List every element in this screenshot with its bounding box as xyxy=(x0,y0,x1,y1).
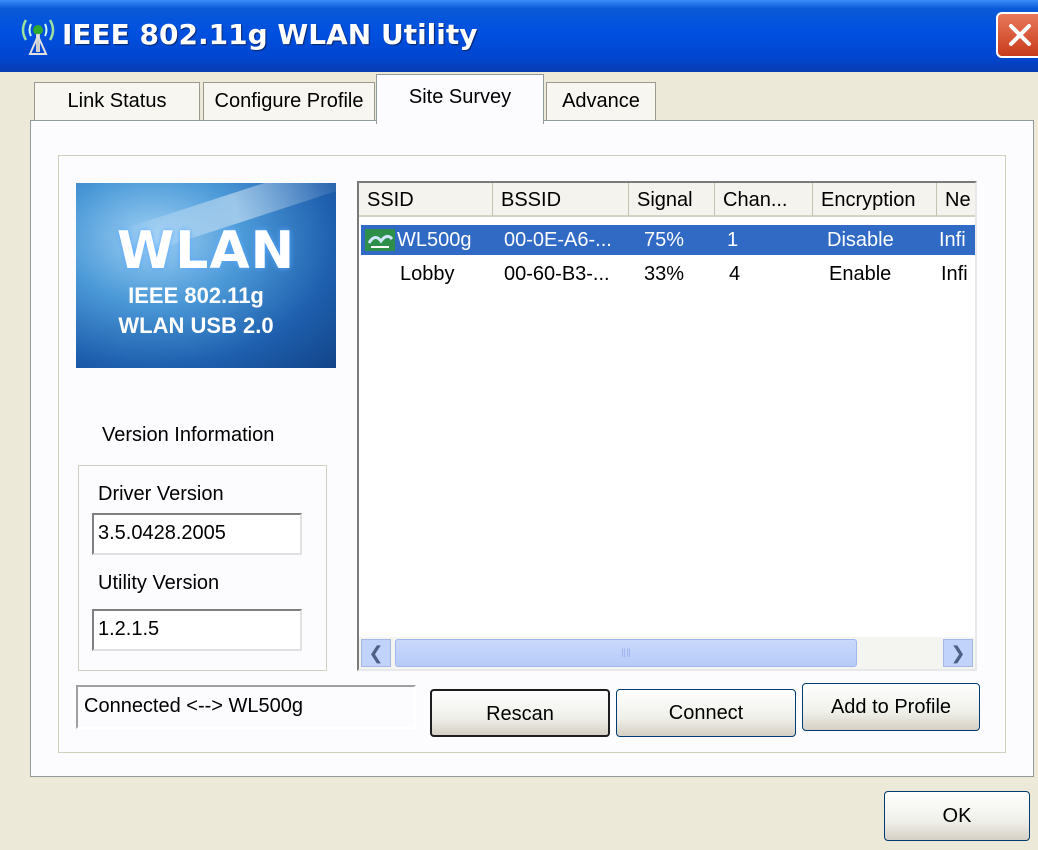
tab-configure-profile[interactable]: Configure Profile xyxy=(203,82,375,120)
window-title: IEEE 802.11g WLAN Utility xyxy=(62,18,478,51)
site-survey-list[interactable]: SSID BSSID Signal Chan... Encryption Ne … xyxy=(357,181,977,671)
column-header-channel[interactable]: Chan... xyxy=(715,183,813,217)
row-encryption: Disable xyxy=(827,229,894,251)
horizontal-scrollbar[interactable]: ❮ ‖‖ ❯ xyxy=(359,637,975,669)
scroll-thumb[interactable]: ‖‖ xyxy=(395,639,857,667)
column-header-signal[interactable]: Signal xyxy=(629,183,715,217)
close-icon xyxy=(1009,24,1031,46)
row-signal: 75% xyxy=(644,229,685,251)
connection-status: Connected <--> WL500g xyxy=(76,685,416,729)
logo-line-2: WLAN USB 2.0 xyxy=(118,313,274,338)
close-button[interactable] xyxy=(996,12,1038,58)
row-bssid: 00-0E-A6-... xyxy=(504,229,612,251)
row-ssid: WL500g xyxy=(397,229,472,251)
driver-version-field: 3.5.0428.2005 xyxy=(92,513,302,555)
tab-advance[interactable]: Advance xyxy=(546,82,656,120)
column-header-bssid[interactable]: BSSID xyxy=(493,183,629,217)
utility-version-field: 1.2.1.5 xyxy=(92,609,302,651)
wlan-logo: WLAN IEEE 802.11g WLAN USB 2.0 xyxy=(76,183,336,368)
chevron-right-icon: ❯ xyxy=(950,643,966,663)
row-ssid: Lobby xyxy=(400,263,455,285)
logo-title: WLAN xyxy=(116,221,296,281)
driver-version-label: Driver Version xyxy=(98,483,224,505)
tab-site-survey[interactable]: Site Survey xyxy=(376,74,544,124)
row-channel: 4 xyxy=(729,263,741,285)
tab-link-status[interactable]: Link Status xyxy=(34,82,200,120)
logo-line-1: IEEE 802.11g xyxy=(128,283,264,308)
chevron-left-icon: ❮ xyxy=(368,643,384,663)
column-header-network[interactable]: Ne xyxy=(937,183,975,217)
table-row-rest[interactable]: 1 Disable Infi xyxy=(727,225,975,255)
antenna-icon xyxy=(18,16,58,56)
add-to-profile-button[interactable]: Add to Profile xyxy=(802,683,980,731)
row-network: Infi xyxy=(941,263,968,285)
row-encryption: Enable xyxy=(829,263,892,285)
rescan-button[interactable]: Rescan xyxy=(430,689,610,737)
column-header-encryption[interactable]: Encryption xyxy=(813,183,937,217)
column-header-ssid[interactable]: SSID xyxy=(359,183,493,217)
table-row[interactable]: Lobby 00-60-B3-... 33% 4 Enable Infi xyxy=(361,259,968,289)
main-window: IEEE 802.11g WLAN Utility Link Status Co… xyxy=(0,0,1038,850)
title-bar[interactable]: IEEE 802.11g WLAN Utility xyxy=(0,0,1038,72)
utility-version-label: Utility Version xyxy=(98,572,220,594)
connect-button[interactable]: Connect xyxy=(616,689,796,737)
row-signal: 33% xyxy=(644,263,685,285)
connected-icon xyxy=(365,229,395,260)
ok-button[interactable]: OK xyxy=(884,791,1030,841)
version-info-heading: Version Information xyxy=(102,424,275,446)
row-network: Infi xyxy=(939,229,966,251)
scroll-right-button[interactable]: ❯ xyxy=(943,639,973,667)
scroll-left-button[interactable]: ❮ xyxy=(361,639,391,667)
row-bssid: 00-60-B3-... xyxy=(504,263,610,285)
row-channel: 1 xyxy=(727,229,739,251)
